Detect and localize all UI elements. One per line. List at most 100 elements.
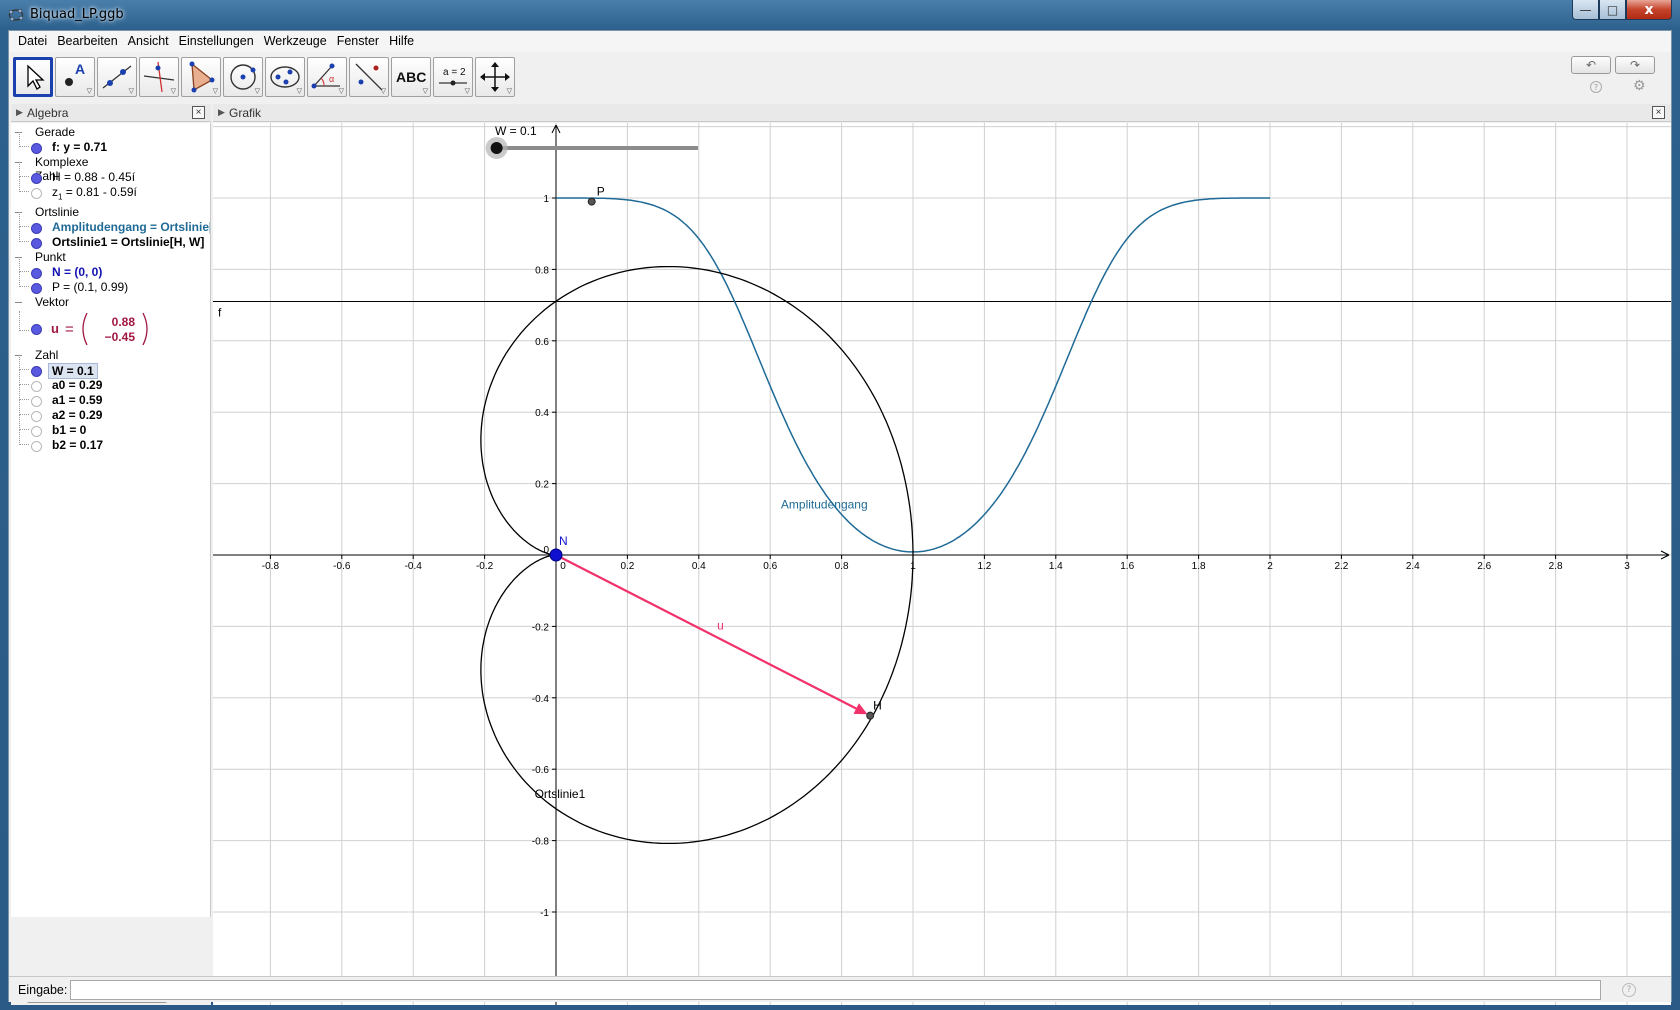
menu-einstellungen[interactable]: Einstellungen bbox=[174, 31, 259, 52]
circle-tool-button[interactable]: ▽ bbox=[223, 57, 263, 97]
visibility-toggle[interactable] bbox=[31, 366, 42, 377]
menu-datei[interactable]: Datei bbox=[13, 31, 52, 52]
x-tick-label: 2.8 bbox=[1549, 561, 1563, 572]
slider-tool-button[interactable]: a = 2 ▽ bbox=[433, 57, 473, 97]
menu-fenster[interactable]: Fenster bbox=[332, 31, 384, 52]
x-tick-label: 2.6 bbox=[1477, 561, 1491, 572]
graphics-view[interactable]: -0.8 -0.6 -0.4 -0.2 0 0.2 0.4 0.6 0.8 1 1.2 1.4 1.6 1… bbox=[213, 123, 1671, 1005]
x-tick-label: -0.6 bbox=[333, 561, 351, 572]
gear-icon[interactable]: ⚙ bbox=[1633, 78, 1646, 94]
point-H[interactable] bbox=[866, 711, 875, 720]
visibility-toggle[interactable] bbox=[31, 238, 42, 249]
slider-W-knob[interactable] bbox=[490, 142, 503, 154]
algebra-panel-title: Algebra bbox=[27, 106, 69, 120]
x-tick-label: 0.4 bbox=[692, 561, 706, 572]
visibility-toggle[interactable] bbox=[31, 426, 42, 437]
app-client-area: Datei Bearbeiten Ansicht Einstellungen W… bbox=[8, 30, 1672, 1005]
text-tool-label: ABC bbox=[396, 69, 426, 85]
y-tick-label: -0.2 bbox=[532, 622, 550, 633]
visibility-toggle[interactable] bbox=[31, 324, 42, 335]
menu-ansicht[interactable]: Ansicht bbox=[123, 31, 174, 52]
conic-tool-button[interactable]: ▽ bbox=[265, 57, 305, 97]
toolbar: A ▽ ▽ ▽ ▽ ▽ ▽ α ▽ ▽ ABC ▽ a = 2 ▽ ▽ ↶ ↷ … bbox=[9, 53, 1671, 103]
visibility-toggle[interactable] bbox=[31, 223, 42, 234]
help-icon[interactable]: ? bbox=[1590, 81, 1602, 93]
point-H-label: H bbox=[873, 699, 882, 713]
dropdown-triangle-icon: ▽ bbox=[464, 87, 470, 95]
visibility-toggle[interactable] bbox=[31, 143, 42, 154]
maximize-button[interactable]: □ bbox=[1599, 0, 1626, 20]
algebra-panel-header: ▶ Algebra × bbox=[11, 104, 211, 122]
dropdown-triangle-icon: ▽ bbox=[506, 87, 512, 95]
close-button[interactable]: x bbox=[1626, 0, 1672, 20]
redo-button[interactable]: ↷ bbox=[1615, 56, 1655, 74]
visibility-toggle[interactable] bbox=[31, 283, 42, 294]
slider-W-label: W = 0.1 bbox=[495, 124, 537, 138]
x-tick-label: 1.6 bbox=[1120, 561, 1134, 572]
svg-text:0.88: 0.88 bbox=[112, 315, 136, 329]
text-tool-button[interactable]: ABC ▽ bbox=[391, 57, 431, 97]
ortslinie1-label: Ortslinie1 bbox=[535, 787, 586, 801]
vector-u[interactable] bbox=[555, 554, 860, 711]
axes bbox=[213, 124, 1670, 1005]
visibility-toggle[interactable] bbox=[31, 441, 42, 452]
graphics-panel-title: Grafik bbox=[229, 106, 262, 120]
move-view-tool-button[interactable]: ▽ bbox=[475, 57, 515, 97]
y-tick-label: 0.6 bbox=[535, 337, 549, 348]
visibility-toggle[interactable] bbox=[31, 411, 42, 422]
visibility-toggle[interactable] bbox=[31, 396, 42, 407]
x-tick-label: 1.2 bbox=[977, 561, 991, 572]
angle-tool-button[interactable]: α ▽ bbox=[307, 57, 347, 97]
polygon-tool-button[interactable]: ▽ bbox=[181, 57, 221, 97]
point-N[interactable] bbox=[549, 548, 563, 562]
expand-arrow-icon[interactable]: ▶ bbox=[218, 107, 225, 118]
line-tool-button[interactable]: ▽ bbox=[97, 57, 137, 97]
point-P[interactable] bbox=[587, 197, 596, 206]
title-bar[interactable]: Biquad_LP.ggb — □ x bbox=[0, 0, 1680, 30]
amplitudengang-label: Amplitudengang bbox=[781, 498, 868, 512]
menu-werkzeuge[interactable]: Werkzeuge bbox=[259, 31, 332, 52]
close-panel-icon[interactable]: × bbox=[1652, 106, 1665, 119]
graphics-canvas[interactable]: -0.8 -0.6 -0.4 -0.2 0 0.2 0.4 0.6 0.8 1 1.2 1.4 1.6 1… bbox=[213, 123, 1671, 1005]
vector-u-matrix: u = 0.88 −0.45 bbox=[51, 312, 148, 346]
visibility-toggle[interactable] bbox=[31, 188, 42, 199]
visibility-toggle[interactable] bbox=[31, 173, 42, 184]
tick-labels: -0.8 -0.6 -0.4 -0.2 0 0.2 0.4 0.6 0.8 1 1.2 1.4 1.6 1… bbox=[262, 194, 1630, 990]
undo-button[interactable]: ↶ bbox=[1571, 56, 1611, 74]
menu-hilfe[interactable]: Hilfe bbox=[384, 31, 419, 52]
dropdown-triangle-icon: ▽ bbox=[380, 87, 386, 95]
x-tick-label: 3 bbox=[1624, 561, 1630, 572]
x-tick-label: -0.4 bbox=[405, 561, 423, 572]
x-tick-label: 2.2 bbox=[1334, 561, 1348, 572]
y-tick-label: -0.8 bbox=[532, 837, 550, 848]
input-field[interactable] bbox=[70, 980, 1601, 1000]
close-panel-icon[interactable]: × bbox=[192, 106, 205, 119]
graphics-panel-header: ▶ Grafik × bbox=[213, 104, 1671, 122]
dropdown-triangle-icon: ▽ bbox=[296, 87, 302, 95]
y-tick-label: 0.8 bbox=[535, 265, 549, 276]
point-N-label: N bbox=[559, 534, 568, 548]
x-tick-label: 2.4 bbox=[1406, 561, 1420, 572]
move-tool-button[interactable] bbox=[13, 57, 53, 97]
menu-bearbeiten[interactable]: Bearbeiten bbox=[52, 31, 122, 52]
dropdown-triangle-icon: ▽ bbox=[254, 87, 260, 95]
menu-bar: Datei Bearbeiten Ansicht Einstellungen W… bbox=[9, 31, 1671, 52]
y-tick-label: -0.4 bbox=[532, 694, 550, 705]
y-tick-label: -1 bbox=[540, 908, 549, 919]
svg-text:−0.45: −0.45 bbox=[105, 330, 136, 344]
window-title: Biquad_LP.ggb bbox=[30, 7, 124, 22]
perpendicular-tool-button[interactable]: ▽ bbox=[139, 57, 179, 97]
visibility-toggle[interactable] bbox=[31, 381, 42, 392]
move-tool-icon bbox=[27, 64, 45, 90]
point-tool-button[interactable]: A ▽ bbox=[55, 57, 95, 97]
minimize-button[interactable]: — bbox=[1572, 0, 1599, 20]
dropdown-triangle-icon: ▽ bbox=[422, 87, 428, 95]
input-help-icon[interactable]: ? bbox=[1622, 983, 1636, 997]
visibility-toggle[interactable] bbox=[31, 268, 42, 279]
reflect-tool-button[interactable]: ▽ bbox=[349, 57, 389, 97]
dropdown-triangle-icon: ▽ bbox=[170, 87, 176, 95]
geogebra-app-icon bbox=[8, 8, 24, 22]
point-P-label: P bbox=[597, 185, 605, 199]
expand-arrow-icon[interactable]: ▶ bbox=[16, 107, 23, 118]
y-tick-label: 1 bbox=[543, 194, 549, 205]
